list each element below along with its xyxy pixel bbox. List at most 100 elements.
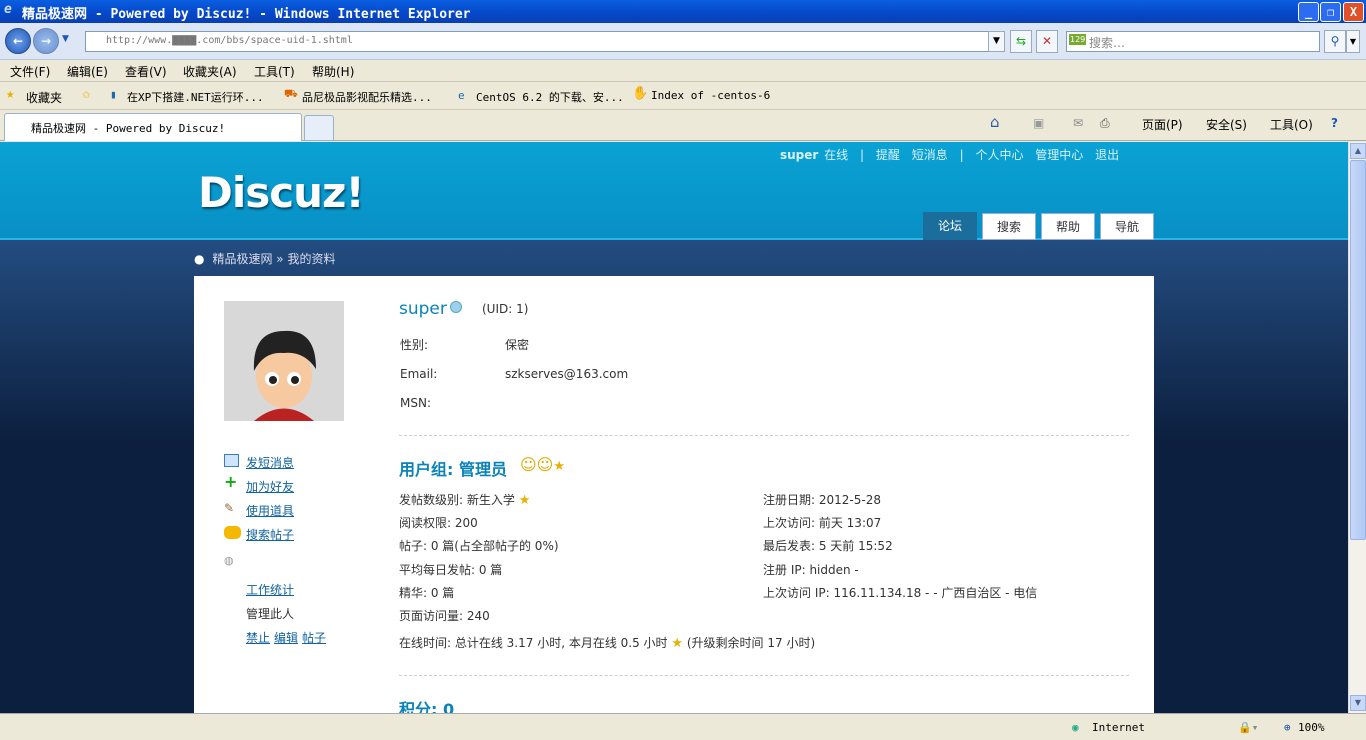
profile-uid: (UID: 1)	[482, 302, 529, 316]
address-input[interactable]: http://www.▇▇▇▇.com/bbs/space-uid-1.shtm…	[85, 31, 1005, 52]
send-message-link[interactable]: 发短消息	[246, 454, 294, 471]
search-options-icon[interactable]: ▼	[1346, 30, 1360, 53]
gender-label: 性别:	[400, 338, 429, 352]
stat-daily-posts: 平均每日发帖: 0 篇	[399, 562, 503, 577]
star-icon: ★	[518, 493, 531, 508]
link-admin-center[interactable]: 管理中心	[1035, 148, 1083, 162]
maximize-button[interactable]: ❐	[1320, 2, 1341, 22]
safety-menu[interactable]: 安全(S)	[1206, 116, 1247, 133]
scroll-down-icon[interactable]: ▼	[1350, 695, 1366, 711]
chat-bubble-icon	[224, 526, 241, 539]
stats-right: 注册日期: 2012-5-28 上次访问: 前天 13:07 最后发表: 5 天…	[763, 489, 1037, 605]
favorite-link[interactable]: CentOS 6.2 的下载、安...	[476, 89, 624, 105]
menu-tools[interactable]: 工具(T)	[254, 63, 295, 80]
star-icon: ★	[671, 636, 684, 651]
favorite-link[interactable]: Index of -centos-6	[651, 89, 770, 102]
separator: |	[959, 148, 964, 162]
favorites-star-icon: ★	[6, 86, 15, 102]
speech-bubble-icon: ●	[194, 252, 205, 266]
email-value: szkserves@163.com	[505, 367, 629, 381]
protected-mode-icon[interactable]: 🔒▾	[1238, 721, 1258, 734]
wand-icon: ✎	[224, 501, 235, 515]
work-stats-link[interactable]: 工作统计	[246, 581, 294, 598]
menu-file[interactable]: 文件(F)	[10, 63, 50, 80]
close-button[interactable]: X	[1343, 2, 1364, 22]
menu-help[interactable]: 帮助(H)	[312, 63, 354, 80]
site-logo[interactable]: Discuz!	[198, 168, 365, 217]
mail-icon[interactable]: ✉	[1073, 116, 1083, 130]
points-title: 积分: 0	[399, 700, 455, 713]
divider	[399, 435, 1129, 436]
online-time: 在线时间: 总计在线 3.17 小时, 本月在线 0.5 小时 ★ (升级剩余时…	[399, 636, 816, 651]
username-link[interactable]: super	[780, 148, 818, 162]
search-button[interactable]: ⚲	[1324, 30, 1346, 53]
online-status: 在线	[824, 148, 849, 162]
feeds-icon[interactable]: ▣	[1033, 116, 1044, 130]
link-user-center[interactable]: 个人中心	[975, 148, 1023, 162]
search-posts-link[interactable]: 搜索帖子	[246, 526, 294, 543]
posts-link[interactable]: 帖子	[302, 629, 326, 646]
envelope-icon	[224, 454, 239, 467]
ie-page-icon: e	[458, 89, 465, 102]
nav-tab-search[interactable]: 搜索	[982, 213, 1036, 240]
avatar	[224, 301, 344, 421]
stat-last-visit: 上次访问: 前天 13:07	[763, 516, 882, 531]
stop-button[interactable]: ✕	[1036, 30, 1058, 53]
tab-active[interactable]: 精品极速网 - Powered by Discuz!	[4, 113, 302, 141]
address-toolbar: ← → ▼ http://www.▇▇▇▇.com/bbs/space-uid-…	[0, 23, 1366, 60]
menu-edit[interactable]: 编辑(E)	[67, 63, 108, 80]
zoom-level[interactable]: 100%	[1298, 721, 1325, 734]
profile-username: super	[399, 299, 447, 319]
nav-tab-forum[interactable]: 论坛	[923, 212, 977, 240]
breadcrumb-text[interactable]: 精品极速网 » 我的资料	[212, 252, 335, 266]
scroll-up-icon[interactable]: ▲	[1350, 143, 1366, 159]
history-dropdown-icon[interactable]: ▼	[62, 34, 69, 44]
search-input[interactable]: 129 搜索…	[1066, 31, 1320, 52]
add-favorite-icon[interactable]: ✩	[82, 86, 90, 102]
link-logout[interactable]: 退出	[1095, 148, 1119, 162]
home-icon[interactable]: ⌂	[990, 113, 1000, 131]
menu-bar: 文件(F) 编辑(E) 查看(V) 收藏夹(A) 工具(T) 帮助(H)	[0, 60, 1366, 82]
nav-tab-help[interactable]: 帮助	[1041, 213, 1095, 240]
divider	[399, 675, 1129, 676]
stat-read-permission: 阅读权限: 200	[399, 516, 478, 531]
menu-favorites[interactable]: 收藏夹(A)	[183, 63, 237, 80]
link-reminder[interactable]: 提醒	[876, 148, 900, 162]
refresh-button[interactable]: ⇆	[1010, 30, 1032, 53]
vertical-scrollbar[interactable]: ▲ ▼	[1348, 142, 1366, 713]
tab-bar: 精品极速网 - Powered by Discuz! ⌂ ▣ ✉ ⎙ 页面(P)…	[0, 110, 1366, 141]
print-icon[interactable]: ⎙	[1100, 116, 1110, 131]
menu-view[interactable]: 查看(V)	[125, 63, 167, 80]
favorite-link[interactable]: 在XP下搭建.NET运行环...	[127, 89, 264, 105]
help-icon[interactable]: ?	[1331, 116, 1338, 130]
page-menu[interactable]: 页面(P)	[1142, 116, 1183, 133]
user-group-title: 用户组: 管理员	[399, 460, 507, 479]
address-dropdown-icon[interactable]: ▼	[988, 31, 1005, 52]
link-messages[interactable]: 短消息	[912, 148, 948, 162]
favorites-button[interactable]: 收藏夹	[26, 89, 62, 106]
edit-link[interactable]: 编辑	[274, 629, 298, 646]
search-placeholder: 搜索…	[1089, 36, 1126, 50]
status-bar: ◉ Internet 🔒▾ ⊕ 100%	[0, 713, 1366, 740]
back-button[interactable]: ←	[5, 28, 31, 54]
new-tab-button[interactable]	[304, 115, 334, 141]
add-friend-link[interactable]: 加为好友	[246, 478, 294, 495]
ban-link[interactable]: 禁止	[246, 629, 270, 646]
nav-tab-navigation[interactable]: 导航	[1100, 213, 1154, 240]
window-title: 精品极速网 - Powered by Discuz! - Windows Int…	[22, 7, 471, 22]
group-rank-icons: ☺☺★	[520, 455, 566, 474]
forward-button[interactable]: →	[33, 28, 59, 54]
satellite-icon: ◍	[224, 554, 234, 567]
web-page: Discuz! super 在线 | 提醒 短消息 | 个人中心 管理中心 退出…	[0, 142, 1348, 713]
use-tool-link[interactable]: 使用道具	[246, 502, 294, 519]
scrollbar-thumb[interactable]	[1350, 160, 1366, 540]
site-header: Discuz! super 在线 | 提醒 短消息 | 个人中心 管理中心 退出…	[0, 142, 1348, 240]
favorites-bar: ★ 收藏夹 ✩ ▮ 在XP下搭建.NET运行环... ⛟ 品尼极品影视配乐精选.…	[0, 83, 1366, 110]
cart-icon: ⛟	[284, 87, 298, 100]
minimize-button[interactable]: _	[1298, 2, 1319, 22]
manage-user-label: 管理此人	[246, 607, 295, 621]
title-bar: e 精品极速网 - Powered by Discuz! - Windows I…	[0, 0, 1366, 23]
favorite-link[interactable]: 品尼极品影视配乐精选...	[302, 89, 432, 105]
tools-menu[interactable]: 工具(O)	[1270, 116, 1313, 133]
page-icon: ▮	[110, 88, 117, 101]
